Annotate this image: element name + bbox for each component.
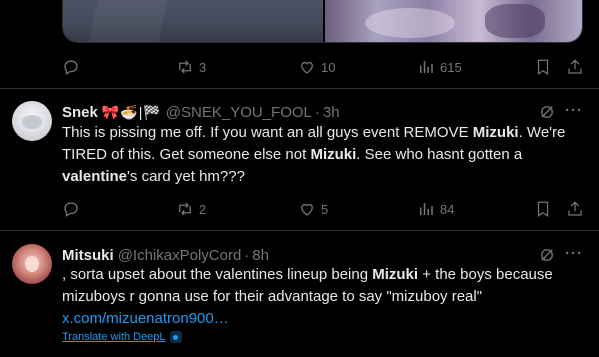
share-icon (568, 201, 582, 216)
tweet-link[interactable]: x.com/mizuenatron900… (62, 310, 229, 327)
media-image-left[interactable] (63, 0, 323, 42)
reply-icon (64, 60, 78, 75)
more-options-icon[interactable]: ··· (565, 102, 583, 120)
separator: · (314, 103, 320, 121)
share-button[interactable] (566, 57, 584, 77)
display-name[interactable]: Snek (62, 104, 98, 121)
heart-icon (301, 61, 313, 74)
views-button[interactable]: 84 (417, 199, 454, 219)
like-count: 10 (321, 59, 336, 75)
view-count: 84 (440, 201, 455, 217)
tweet-text: This is pissing me off. If you want an a… (62, 124, 566, 185)
reply-icon (64, 202, 78, 217)
retweet-button[interactable]: 3 (176, 57, 206, 77)
bookmark-icon (537, 59, 549, 75)
bar-chart-icon (420, 203, 433, 215)
display-name[interactable]: Mitsuki (62, 247, 114, 264)
like-button[interactable]: 10 (298, 57, 335, 77)
translate-label: Translate with DeepL (62, 331, 166, 343)
action-bar: 2 5 84 (62, 199, 587, 219)
retweet-button[interactable]: 2 (176, 199, 206, 219)
like-button[interactable]: 5 (298, 199, 328, 219)
tweet-header: Mitsuki @IchikaxPolyCord · 8h (62, 245, 269, 265)
grok-icon[interactable] (538, 246, 556, 264)
reply-button[interactable] (62, 199, 85, 219)
separator: · (244, 246, 250, 264)
views-button[interactable]: 615 (417, 57, 462, 77)
media-image-right[interactable] (325, 0, 582, 42)
bookmark-button[interactable] (534, 199, 552, 219)
bookmark-icon (537, 201, 549, 217)
deepl-icon (169, 331, 182, 343)
more-options-icon[interactable]: ··· (565, 245, 583, 263)
user-handle[interactable]: @IchikaxPolyCord (118, 247, 242, 264)
divider (0, 88, 599, 89)
view-count: 615 (440, 59, 462, 75)
avatar[interactable] (12, 101, 52, 141)
grok-icon[interactable] (538, 103, 556, 121)
action-bar: 3 10 615 (62, 57, 587, 77)
divider (0, 230, 599, 231)
timestamp[interactable]: 3h (323, 104, 340, 121)
tweet-media[interactable] (62, 0, 583, 43)
tweet-header: Snek 🎀🍜|🏁 @SNEK_YOU_FOOL · 3h (62, 102, 340, 122)
share-button[interactable] (566, 199, 584, 219)
retweet-icon (179, 60, 191, 74)
retweet-icon (179, 202, 191, 216)
timestamp[interactable]: 8h (252, 247, 269, 264)
like-count: 5 (321, 201, 329, 217)
share-icon (568, 59, 582, 74)
tweet-text: , sorta upset about the valentines lineu… (62, 266, 553, 327)
user-handle[interactable]: @SNEK_YOU_FOOL (166, 104, 312, 121)
bar-chart-icon (420, 61, 433, 73)
bookmark-button[interactable] (534, 57, 552, 77)
reply-button[interactable] (62, 57, 85, 77)
retweet-count: 2 (199, 201, 207, 217)
name-emojis: 🎀🍜|🏁 (101, 103, 162, 120)
heart-icon (301, 203, 313, 216)
retweet-count: 3 (199, 59, 207, 75)
translate-link[interactable]: Translate with DeepL (62, 331, 182, 343)
avatar[interactable] (12, 244, 52, 284)
